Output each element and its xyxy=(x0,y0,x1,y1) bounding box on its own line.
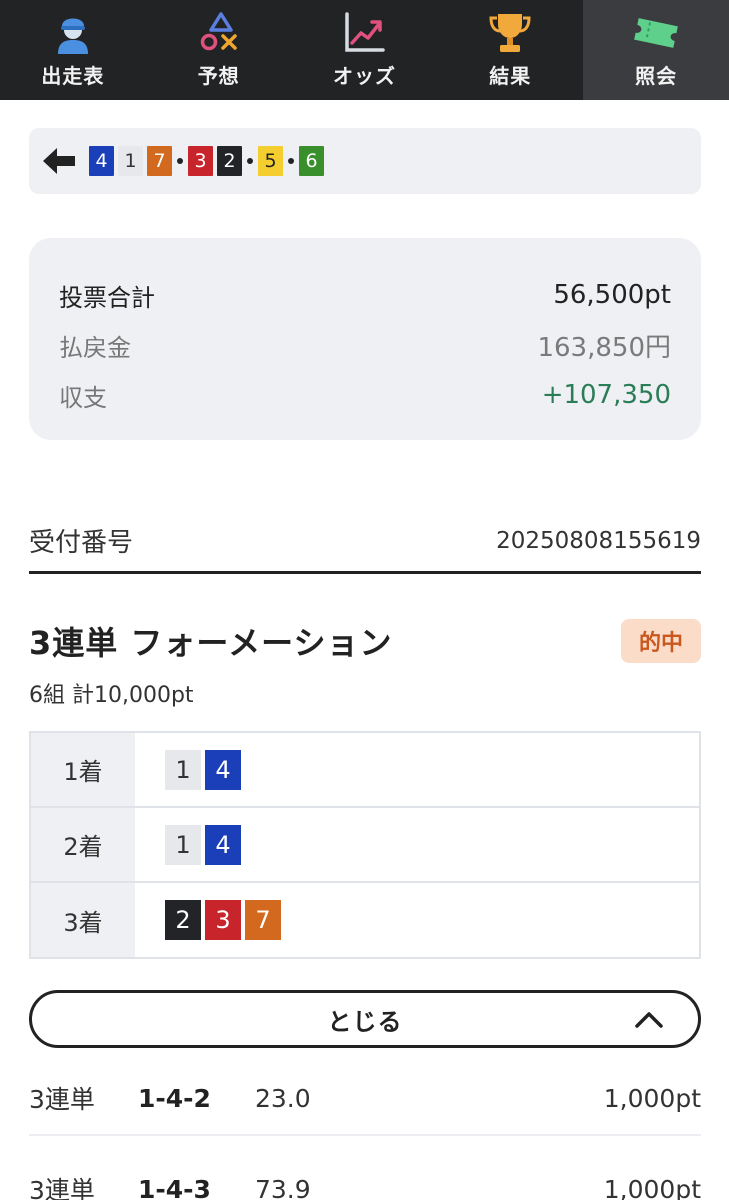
close-button[interactable]: とじる xyxy=(29,990,701,1048)
formation-table: 1着 1 4 2着 1 4 3着 2 3 7 xyxy=(29,731,701,959)
hit-badge: 的中 xyxy=(621,619,701,663)
bet-combination: 1-4-3 xyxy=(138,1174,211,1200)
chevron-up-icon xyxy=(634,1007,664,1033)
nav-label: 予想 xyxy=(197,64,240,88)
close-button-label: とじる xyxy=(327,1007,403,1036)
horse-number: 1 xyxy=(165,749,201,790)
bet-amount: 1,000pt xyxy=(603,1174,701,1200)
formation-row-third: 3着 2 3 7 xyxy=(31,883,699,957)
formation-numbers: 2 3 7 xyxy=(135,883,699,957)
nav-item-entries[interactable]: 出走表 xyxy=(0,0,146,100)
formation-row-second: 2着 1 4 xyxy=(31,808,699,883)
horse-number: 1 xyxy=(165,824,201,865)
top-nav: 出走表 予想 オッズ 結果 照会 xyxy=(0,0,729,100)
bet-line-row: 3連単 1-4-3 73.9 1,000pt xyxy=(29,1153,701,1200)
receipt-label: 受付番号 xyxy=(29,528,134,558)
horse-number: 3 xyxy=(205,900,241,940)
total-label: 投票合計 xyxy=(59,283,155,312)
nav-item-odds[interactable]: オッズ xyxy=(292,0,438,100)
bet-title: 3連単 フォーメーション xyxy=(29,624,393,662)
balance-value: +107,350 xyxy=(541,380,671,410)
nav-item-results[interactable]: 結果 xyxy=(437,0,583,100)
nav-label: 出走表 xyxy=(41,64,105,88)
result-horse-number: 7 xyxy=(147,146,172,176)
bet-line-row: 3連単 1-4-2 23.0 1,000pt xyxy=(29,1062,701,1136)
result-horse-number: 3 xyxy=(188,146,213,176)
bet-subtitle: 6組 計10,000pt xyxy=(29,683,194,708)
summary-row-total: 投票合計 56,500pt xyxy=(59,270,671,320)
nav-label: 結果 xyxy=(489,64,532,88)
payout-value: 163,850円 xyxy=(537,332,671,363)
nav-item-inquiry[interactable]: 照会 xyxy=(583,0,729,100)
balance-label: 収支 xyxy=(59,383,107,412)
jockey-icon xyxy=(50,10,96,56)
result-order-bar: 4 1 7 3 2 5 6 xyxy=(29,128,701,194)
horse-number: 2 xyxy=(165,900,201,940)
bet-type: 3連単 xyxy=(29,1085,95,1114)
receipt-row: 受付番号 20250808155619 xyxy=(29,510,701,574)
nav-item-prediction[interactable]: 予想 xyxy=(146,0,292,100)
summary-row-payout: 払戻金 163,850円 xyxy=(59,320,671,370)
dead-heat-dot xyxy=(247,158,253,164)
receipt-number: 20250808155619 xyxy=(496,527,701,554)
horse-number: 7 xyxy=(245,900,281,940)
total-value: 56,500pt xyxy=(553,280,671,310)
bet-amount: 1,000pt xyxy=(603,1083,701,1113)
result-horse-number: 4 xyxy=(89,146,114,176)
ticket-icon xyxy=(633,10,679,56)
bet-combination: 1-4-2 xyxy=(138,1083,211,1113)
dead-heat-dot xyxy=(177,158,183,164)
formation-numbers: 1 4 xyxy=(135,808,699,881)
back-arrow-icon[interactable] xyxy=(43,146,77,176)
bet-type: 3連単 xyxy=(29,1176,95,1200)
nav-label: 照会 xyxy=(635,64,678,88)
payout-label: 払戻金 xyxy=(59,333,131,362)
dead-heat-dot xyxy=(288,158,294,164)
formation-position-label: 2着 xyxy=(31,808,135,881)
summary-row-balance: 収支 +107,350 xyxy=(59,370,671,420)
result-horse-number: 2 xyxy=(217,146,242,176)
formation-row-first: 1着 1 4 xyxy=(31,733,699,808)
formation-numbers: 1 4 xyxy=(135,733,699,806)
shapes-icon xyxy=(196,10,242,56)
bet-odds: 23.0 xyxy=(255,1083,311,1113)
formation-position-label: 1着 xyxy=(31,733,135,806)
summary-card: 投票合計 56,500pt 払戻金 163,850円 収支 +107,350 xyxy=(29,238,701,440)
nav-label: オッズ xyxy=(332,64,396,88)
result-horse-number: 6 xyxy=(299,146,324,176)
result-horse-number: 5 xyxy=(258,146,283,176)
formation-position-label: 3着 xyxy=(31,883,135,957)
result-horse-number: 1 xyxy=(118,146,143,176)
trophy-icon xyxy=(487,10,533,56)
horse-number: 4 xyxy=(205,749,241,790)
bet-odds: 73.9 xyxy=(255,1174,311,1200)
trend-chart-icon xyxy=(341,10,387,56)
horse-number: 4 xyxy=(205,824,241,865)
